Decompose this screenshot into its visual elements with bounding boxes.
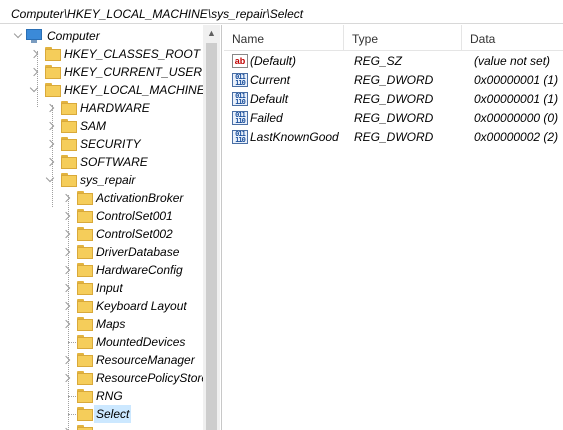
- folder-icon: [61, 155, 77, 169]
- value-type: REG_DWORD: [354, 73, 434, 87]
- dword-value-icon: 011 110: [232, 111, 248, 125]
- chevron-down-icon[interactable]: [13, 29, 23, 39]
- value-data: (value not set): [474, 54, 551, 68]
- tree-label: sys_repair: [80, 173, 136, 187]
- value-row[interactable]: 011 110 Default REG_DWORD 0x00000001 (1): [224, 90, 563, 109]
- tree-label: HKEY_LOCAL_MACHINE: [64, 83, 205, 97]
- tree-guide: [68, 342, 76, 343]
- value-row[interactable]: 011 110 Failed REG_DWORD 0x00000000 (0): [224, 109, 563, 128]
- folder-icon: [77, 209, 93, 223]
- tree-guide: [68, 195, 69, 430]
- folder-icon: [77, 335, 93, 349]
- folder-icon: [77, 281, 93, 295]
- tree-label: ResourceManager: [96, 353, 195, 367]
- tree-guide: [52, 105, 53, 207]
- folder-icon: [61, 173, 77, 187]
- folder-icon: [77, 371, 93, 385]
- value-data: 0x00000000 (0): [474, 111, 559, 125]
- tree-label: SECURITY: [80, 137, 141, 151]
- tree-label: HardwareConfig: [96, 263, 183, 277]
- value-name: LastKnownGood: [250, 130, 339, 144]
- value-type: REG_SZ: [354, 54, 403, 68]
- value-type: REG_DWORD: [354, 130, 434, 144]
- folder-icon: [45, 47, 61, 61]
- string-value-icon: ab: [232, 54, 248, 68]
- dword-value-icon: 011 110: [232, 130, 248, 144]
- tree-label: ResourcePolicyStore: [96, 371, 209, 385]
- value-name: Current: [250, 73, 291, 87]
- tree-label: Computer: [47, 29, 100, 43]
- computer-stand: [31, 40, 37, 43]
- folder-icon: [77, 191, 93, 205]
- tree-label: ControlSet001: [96, 209, 173, 223]
- folder-icon: [45, 83, 61, 97]
- address-bar[interactable]: Computer\HKEY_LOCAL_MACHINE\sys_repair\S…: [0, 0, 563, 24]
- folder-icon: [77, 317, 93, 331]
- folder-icon: [77, 227, 93, 241]
- folder-icon: [77, 263, 93, 277]
- tree-label: HKEY_CURRENT_USER: [64, 65, 203, 79]
- folder-icon: [77, 389, 93, 403]
- folder-icon: [77, 353, 93, 367]
- value-row[interactable]: 011 110 LastKnownGood REG_DWORD 0x0000000…: [224, 128, 563, 147]
- value-name: (Default): [250, 54, 297, 68]
- computer-icon: [26, 29, 42, 40]
- tree-guide: [68, 414, 76, 415]
- registry-tree[interactable]: Computer HKEY_CLASSES_ROOT HKEY_CURRENT_…: [0, 25, 222, 430]
- folder-icon: [77, 245, 93, 259]
- scroll-up-icon[interactable]: ▲: [203, 25, 220, 42]
- tree-label: HKEY_CLASSES_ROOT: [64, 47, 201, 61]
- tree-label: MountedDevices: [96, 335, 186, 349]
- tree-label: Input: [96, 281, 123, 295]
- tree-label: DriverDatabase: [96, 245, 180, 259]
- tree-label: Maps: [96, 317, 126, 331]
- folder-icon: [61, 101, 77, 115]
- value-type: REG_DWORD: [354, 92, 434, 106]
- value-data: 0x00000001 (1): [474, 92, 559, 106]
- tree-guide: [68, 396, 76, 397]
- value-data: 0x00000002 (2): [474, 130, 559, 144]
- tree-scrollbar[interactable]: ▲: [203, 25, 220, 430]
- tree-label: ActivationBroker: [96, 191, 184, 205]
- value-row[interactable]: 011 110 Current REG_DWORD 0x00000001 (1): [224, 71, 563, 90]
- column-header-data[interactable]: Data: [462, 25, 563, 51]
- value-name: Failed: [250, 111, 283, 125]
- values-list[interactable]: Name Type Data ab (Default) REG_SZ (valu…: [224, 25, 563, 430]
- tree-label: HARDWARE: [80, 101, 150, 115]
- folder-icon: [45, 65, 61, 79]
- tree-label: Select: [94, 405, 132, 423]
- tree-label: RNG: [96, 389, 123, 403]
- tree-label: ControlSet002: [96, 227, 173, 241]
- tree-label: SAM: [80, 119, 107, 133]
- value-type: REG_DWORD: [354, 111, 434, 125]
- folder-icon: [61, 119, 77, 133]
- value-name: Default: [250, 92, 289, 106]
- column-header-type[interactable]: Type: [344, 25, 462, 51]
- tree-label: Keyboard Layout: [96, 299, 187, 313]
- folder-icon: [77, 407, 93, 421]
- tree-guide: [37, 51, 38, 107]
- value-row[interactable]: ab (Default) REG_SZ (value not set): [224, 52, 563, 71]
- scrollbar-thumb[interactable]: [206, 43, 217, 430]
- column-header-name[interactable]: Name: [224, 25, 344, 51]
- dword-value-icon: 011 110: [232, 73, 248, 87]
- folder-icon: [77, 425, 93, 430]
- value-data: 0x00000001 (1): [474, 73, 559, 87]
- folder-icon: [77, 299, 93, 313]
- tree-label: SOFTWARE: [80, 155, 148, 169]
- folder-icon: [61, 137, 77, 151]
- dword-value-icon: 011 110: [232, 92, 248, 106]
